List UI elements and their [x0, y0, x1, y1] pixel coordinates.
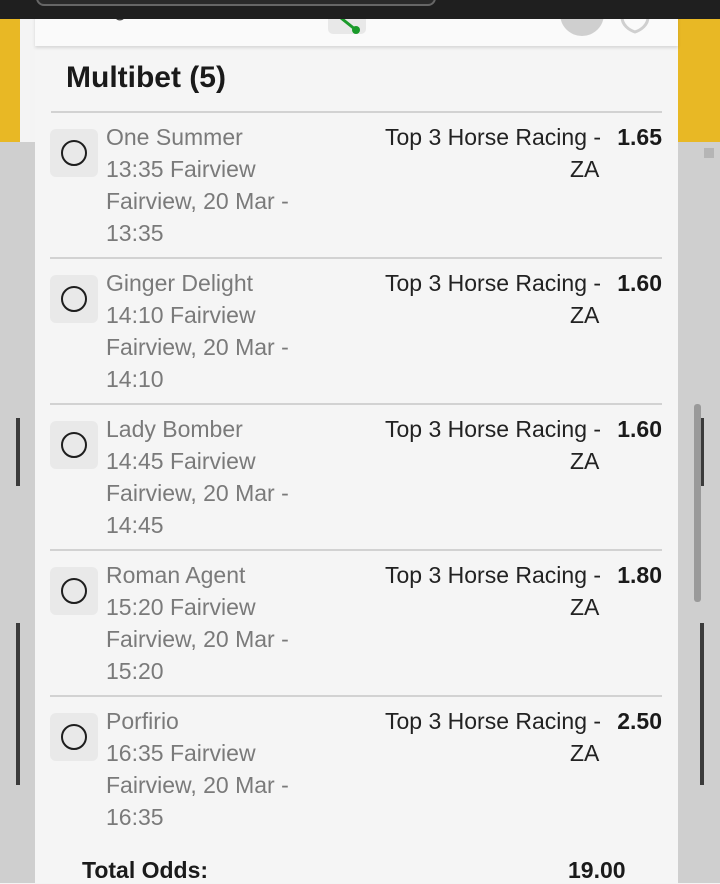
radio-circle-icon — [61, 432, 87, 458]
radio-circle-icon — [61, 724, 87, 750]
bet-odds: 1.80 — [617, 562, 662, 588]
bet-time: 16:35 — [106, 804, 164, 830]
multibet-title: Multibet (5) — [66, 61, 226, 94]
bet-venue-date: Fairview, 20 Mar - — [106, 188, 289, 214]
total-odds-value: 19.00 — [568, 857, 626, 883]
bet-select-radio[interactable] — [50, 275, 98, 323]
bet-row: One Summer 13:35 Fairview Fairview, 20 M… — [50, 113, 662, 259]
bet-selection: Ginger Delight — [106, 270, 254, 296]
multibet-modal: Booking Code: 13D670B Multibet (5) One S… — [35, 10, 678, 883]
bet-selection: Roman Agent — [106, 562, 246, 588]
bet-market: Top 3 Horse Racing - — [385, 562, 602, 588]
bet-select-radio[interactable] — [50, 129, 98, 177]
status-bar — [0, 0, 720, 19]
radio-circle-icon — [61, 578, 87, 604]
bet-odds: 2.50 — [617, 708, 662, 734]
bet-details: Lady Bomber 14:45 Fairview Fairview, 20 … — [106, 413, 346, 541]
bet-event: 13:35 Fairview — [106, 156, 256, 182]
bet-market-suffix: ZA — [570, 740, 600, 766]
bet-odds: 1.60 — [617, 270, 662, 296]
bet-row: Porfirio 16:35 Fairview Fairview, 20 Mar… — [50, 697, 662, 843]
bet-time: 14:10 — [106, 366, 164, 392]
bet-venue-date: Fairview, 20 Mar - — [106, 772, 289, 798]
bet-event: 16:35 Fairview — [106, 740, 256, 766]
background-card-edge — [16, 623, 20, 785]
bet-market: Top 3 Horse Racing - — [385, 416, 602, 442]
bet-venue-date: Fairview, 20 Mar - — [106, 480, 289, 506]
bet-market: Top 3 Horse Racing - — [385, 270, 602, 296]
bet-market-suffix: ZA — [570, 156, 600, 182]
bet-event: 14:10 Fairview — [106, 302, 256, 328]
bet-details: Porfirio 16:35 Fairview Fairview, 20 Mar… — [106, 705, 346, 833]
bet-market-suffix: ZA — [570, 594, 600, 620]
bet-row: Ginger Delight 14:10 Fairview Fairview, … — [50, 259, 662, 405]
bet-selection: One Summer — [106, 124, 243, 150]
bet-select-radio[interactable] — [50, 713, 98, 761]
background-banner-right — [678, 10, 720, 142]
bet-time: 13:35 — [106, 220, 164, 246]
background-banner-left — [0, 10, 20, 142]
bet-venue-date: Fairview, 20 Mar - — [106, 626, 289, 652]
bet-event: 14:45 Fairview — [106, 448, 256, 474]
bet-details: Roman Agent 15:20 Fairview Fairview, 20 … — [106, 559, 346, 687]
background-card-edge — [700, 623, 704, 785]
scrollbar[interactable] — [694, 404, 701, 602]
bet-select-radio[interactable] — [50, 567, 98, 615]
bet-time: 15:20 — [106, 658, 164, 684]
bet-select-radio[interactable] — [50, 421, 98, 469]
bet-market-suffix: ZA — [570, 302, 600, 328]
bet-details: Ginger Delight 14:10 Fairview Fairview, … — [106, 267, 346, 395]
bet-odds: 1.60 — [617, 416, 662, 442]
total-odds-label: Total Odds: — [82, 857, 209, 883]
bet-market: Top 3 Horse Racing - — [385, 708, 602, 734]
background-card-edge — [16, 418, 20, 486]
background-edge — [704, 148, 714, 158]
bet-venue-date: Fairview, 20 Mar - — [106, 334, 289, 360]
bet-row: Lady Bomber 14:45 Fairview Fairview, 20 … — [50, 405, 662, 551]
bet-row: Roman Agent 15:20 Fairview Fairview, 20 … — [50, 551, 662, 697]
radio-circle-icon — [61, 140, 87, 166]
bet-market: Top 3 Horse Racing - — [385, 124, 602, 150]
bet-event: 15:20 Fairview — [106, 594, 256, 620]
bet-market-suffix: ZA — [570, 448, 600, 474]
bet-selection: Porfirio — [106, 708, 179, 734]
drag-handle[interactable] — [36, 0, 436, 6]
bet-details: One Summer 13:35 Fairview Fairview, 20 M… — [106, 121, 346, 249]
bet-odds: 1.65 — [617, 124, 662, 150]
bet-time: 14:45 — [106, 512, 164, 538]
bet-selection: Lady Bomber — [106, 416, 243, 442]
radio-circle-icon — [61, 286, 87, 312]
